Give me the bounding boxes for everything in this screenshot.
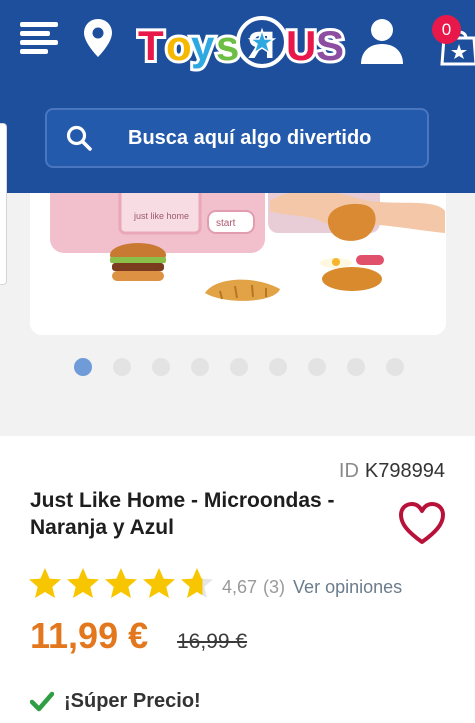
check-icon bbox=[30, 691, 54, 712]
carousel-dot-2[interactable] bbox=[113, 358, 131, 376]
star-icon-3 bbox=[105, 568, 137, 598]
svg-text:o: o bbox=[166, 22, 192, 69]
current-price: 11,99 € bbox=[30, 615, 149, 656]
product-title: Just Like Home - Microondas - Naranja y … bbox=[30, 489, 335, 539]
svg-text:S: S bbox=[316, 22, 344, 69]
carousel-dot-8[interactable] bbox=[347, 358, 365, 376]
carousel-dot-1[interactable] bbox=[74, 358, 92, 376]
super-price-badge: ¡Súper Precio! bbox=[64, 690, 201, 712]
microwave-toy-image: just like home start bbox=[30, 193, 446, 335]
rating-stars bbox=[29, 568, 213, 598]
previous-slide-edge[interactable] bbox=[0, 123, 7, 285]
product-id-value: K798994 bbox=[364, 460, 445, 482]
svg-text:U: U bbox=[286, 22, 316, 69]
star-icon-4 bbox=[143, 568, 175, 598]
toysrus-logo[interactable]: T o y s U S R bbox=[136, 10, 348, 74]
star-icon-5-partial bbox=[181, 568, 213, 598]
account-icon[interactable] bbox=[358, 16, 406, 66]
reviews-link[interactable]: Ver opiniones bbox=[293, 577, 402, 598]
app-header: T o y s U S R 0 Busca aquí algo divertid… bbox=[0, 0, 475, 193]
svg-text:y: y bbox=[191, 22, 215, 69]
search-bar[interactable]: Busca aquí algo divertido bbox=[45, 108, 429, 168]
menu-icon[interactable] bbox=[20, 22, 58, 56]
rating-value: 4,67 bbox=[222, 577, 258, 597]
carousel-dot-6[interactable] bbox=[269, 358, 287, 376]
star-icon-2 bbox=[67, 568, 99, 598]
cart-count-badge[interactable]: 0 bbox=[432, 15, 461, 44]
svg-text:T: T bbox=[138, 22, 164, 69]
wishlist-heart-icon[interactable] bbox=[398, 502, 446, 546]
microwave-start-button-label: start bbox=[216, 218, 236, 229]
store-locator-icon[interactable] bbox=[82, 18, 114, 58]
carousel-dot-5[interactable] bbox=[230, 358, 248, 376]
svg-text:s: s bbox=[216, 22, 239, 69]
rating-summary: 4,67 (3) Ver opiniones bbox=[222, 577, 402, 598]
product-image[interactable]: just like home start bbox=[30, 193, 446, 335]
microwave-label: just like home bbox=[133, 211, 189, 221]
search-input[interactable]: Busca aquí algo divertido bbox=[128, 127, 371, 150]
product-id-label: ID bbox=[338, 460, 359, 482]
product-gallery[interactable]: just like home start bbox=[0, 123, 475, 436]
carousel-dot-3[interactable] bbox=[152, 358, 170, 376]
star-icon-1 bbox=[29, 568, 61, 598]
search-icon bbox=[66, 125, 92, 151]
carousel-dot-7[interactable] bbox=[308, 358, 326, 376]
old-price: 16,99 € bbox=[177, 630, 248, 653]
carousel-dot-9[interactable] bbox=[386, 358, 404, 376]
review-count: (3) bbox=[263, 577, 286, 597]
product-id: ID K798994 bbox=[339, 460, 445, 483]
carousel-dot-4[interactable] bbox=[191, 358, 209, 376]
